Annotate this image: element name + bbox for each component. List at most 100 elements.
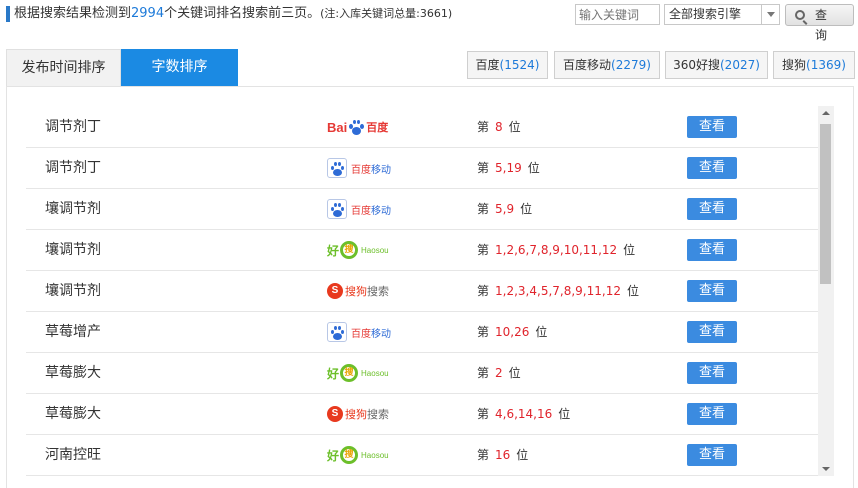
keyword-text: 草莓增产 (45, 324, 101, 340)
view-button[interactable]: 查看 (687, 198, 737, 220)
rank-prefix: 第 (477, 284, 490, 298)
scroll-up-arrow-icon[interactable] (818, 106, 834, 120)
rank-suffix: 位 (623, 243, 636, 257)
results-panel: 调节剂丁 Bai 百度 第 8 位查看 调节剂丁 百度 移动 第 5,19 位查看 壤调节剂 (6, 86, 854, 488)
result-row: 调节剂丁 Bai 百度 第 8 位 查看 (26, 107, 821, 148)
keyword-text: 草莓膨大 (45, 365, 101, 381)
rank-prefix: 第 (477, 366, 490, 380)
haosou-logo-icon: 好 搜 Haosou (327, 362, 407, 384)
result-row: 壤调节剂 S 搜狗 搜索 第 1,2,3,4,5,7,8,9,11,12 位 查看 (26, 271, 821, 312)
rank-suffix: 位 (516, 448, 529, 462)
rank-positions: 第2位 (477, 353, 521, 394)
view-button[interactable]: 查看 (687, 239, 737, 261)
rank-prefix: 第 (477, 325, 490, 339)
search-icon (795, 10, 805, 20)
rank-prefix: 第 (477, 161, 490, 175)
rank-suffix: 位 (535, 325, 548, 339)
rank-positions: 第 5,9 位 (477, 189, 532, 230)
engine-tab-label: 搜狗 (782, 58, 807, 72)
view-button[interactable]: 查看 (687, 362, 737, 384)
result-row: 草莓膨大 好 搜 Haosou 第 2 位 查看 (26, 353, 821, 394)
engine-select[interactable]: 全部搜索引擎 (664, 4, 780, 25)
rank-prefix: 第 (477, 202, 490, 216)
rank-suffix: 位 (626, 284, 639, 298)
rank-positions: 第 16 位 (477, 435, 528, 476)
rank-suffix: 位 (558, 407, 571, 421)
header: 根据搜索结果检测到2994个关键词排名搜索前三页。(注:入库关键词总量:3661… (0, 0, 858, 42)
rank-positions: 第 10,26 位 (477, 312, 547, 353)
results-list: 调节剂丁 Bai 百度 第 8 位查看 调节剂丁 百度 移动 第 5,19 位查看 壤调节剂 (26, 107, 821, 476)
tab-word-count[interactable]: 字数排序 (121, 49, 238, 86)
rank-values: 1,2,6,7,8,9,10,11,12 (495, 243, 618, 257)
baidu-mobile-logo-icon: 百度 移动 (327, 198, 407, 220)
chevron-down-icon[interactable] (761, 5, 779, 24)
result-row: 调节剂丁 百度 移动 第 5,19 位 查看 (26, 148, 821, 189)
rank-values: 2 (495, 366, 503, 380)
view-button[interactable]: 查看 (687, 157, 737, 179)
engine-tab-count: (2027) (720, 58, 760, 72)
rank-positions: 第 5,19 位 (477, 148, 540, 189)
result-row: 草莓膨大 S 搜狗 搜索 第 4,6,14,16 位 查看 (26, 394, 821, 435)
baidu-logo-icon: Bai 百度 (327, 119, 389, 135)
rank-values: 4,6,14,16 (495, 407, 553, 421)
view-button[interactable]: 查看 (687, 403, 737, 425)
engine-tab-baidu[interactable]: 百度(1524) (467, 51, 548, 79)
summary-suffix: 个关键词排名搜索前三页。 (164, 6, 321, 21)
tab-publish-time[interactable]: 发布时间排序 (6, 49, 121, 86)
rank-values: 5,19 (495, 161, 522, 175)
search-button-label: 查 询 (815, 8, 832, 42)
rank-suffix: 位 (508, 366, 521, 380)
engine-tab-count: (2279) (611, 58, 651, 72)
result-row: 壤调节剂 好 搜 Haosou 第 1,2,6,7,8,9,10,11,12 位 查看 (26, 230, 821, 271)
rank-positions: 第8位 (477, 107, 521, 148)
rank-prefix: 第 (477, 120, 490, 134)
rank-suffix: 位 (508, 120, 521, 134)
view-button[interactable]: 查看 (687, 321, 737, 343)
sogou-logo-icon: S 搜狗 搜索 (327, 280, 407, 302)
engine-tab-count: (1524) (499, 58, 540, 72)
keyword-text: 壤调节剂 (45, 242, 101, 258)
rank-values: 10,26 (495, 325, 530, 339)
view-button[interactable]: 查看 (687, 280, 737, 302)
keyword-text: 草莓膨大 (45, 406, 101, 422)
rank-values: 8 (495, 120, 503, 134)
rank-prefix: 第 (477, 243, 490, 257)
engine-tab-baidu-mobile[interactable]: 百度移动(2279) (554, 51, 660, 79)
view-button[interactable]: 查看 (687, 444, 737, 466)
engine-tab-360[interactable]: 360好搜(2027) (665, 51, 768, 79)
engine-tab-sogou[interactable]: 搜狗(1369) (773, 51, 855, 79)
rank-suffix: 位 (520, 202, 533, 216)
summary-note: (注:入库关键词总量:3661) (320, 7, 453, 20)
haosou-logo-icon: 好 搜 Haosou (327, 444, 407, 466)
engine-tab-label: 360好搜 (673, 58, 720, 72)
haosou-logo-icon: 好 搜 Haosou (327, 239, 407, 261)
engine-tab-label: 百度 (475, 58, 500, 72)
rank-suffix: 位 (527, 161, 540, 175)
engine-tab-count: (1369) (806, 58, 846, 72)
scroll-down-arrow-icon[interactable] (818, 462, 834, 476)
search-button[interactable]: 查 询 (785, 4, 854, 42)
result-row: 草莓增产 百度 移动 第 10,26 位 查看 (26, 312, 821, 353)
scroll-thumb[interactable] (820, 124, 831, 284)
keyword-count: 2994 (131, 6, 165, 21)
baidu-mobile-logo-icon: 百度 移动 (327, 157, 407, 179)
engine-tab-label: 百度移动 (563, 58, 612, 72)
baidu-mobile-logo-icon: 百度 移动 (327, 321, 407, 343)
rank-values: 16 (495, 448, 511, 462)
scrollbar[interactable] (818, 106, 834, 476)
engine-select-value: 全部搜索引擎 (669, 7, 742, 21)
rank-positions: 第 4,6,14,16 位 (477, 394, 570, 435)
rank-values: 1,2,3,4,5,7,8,9,11,12 (495, 284, 621, 298)
view-button[interactable]: 查看 (687, 116, 737, 138)
keyword-text: 调节剂丁 (45, 119, 101, 135)
keyword-text: 调节剂丁 (45, 160, 101, 176)
rank-positions: 第 1,2,3,4,5,7,8,9,11,12 位 (477, 271, 639, 312)
result-row: 壤调节剂 百度 移动 第 5,9 位 查看 (26, 189, 821, 230)
keyword-text: 壤调节剂 (45, 283, 101, 299)
keyword-text: 壤调节剂 (45, 201, 101, 217)
rank-values: 5,9 (495, 202, 515, 216)
summary-prefix: 根据搜索结果检测到 (14, 6, 132, 21)
sogou-logo-icon: S 搜狗 搜索 (327, 403, 407, 425)
rank-prefix: 第 (477, 448, 490, 462)
keyword-search-input[interactable] (575, 4, 660, 25)
